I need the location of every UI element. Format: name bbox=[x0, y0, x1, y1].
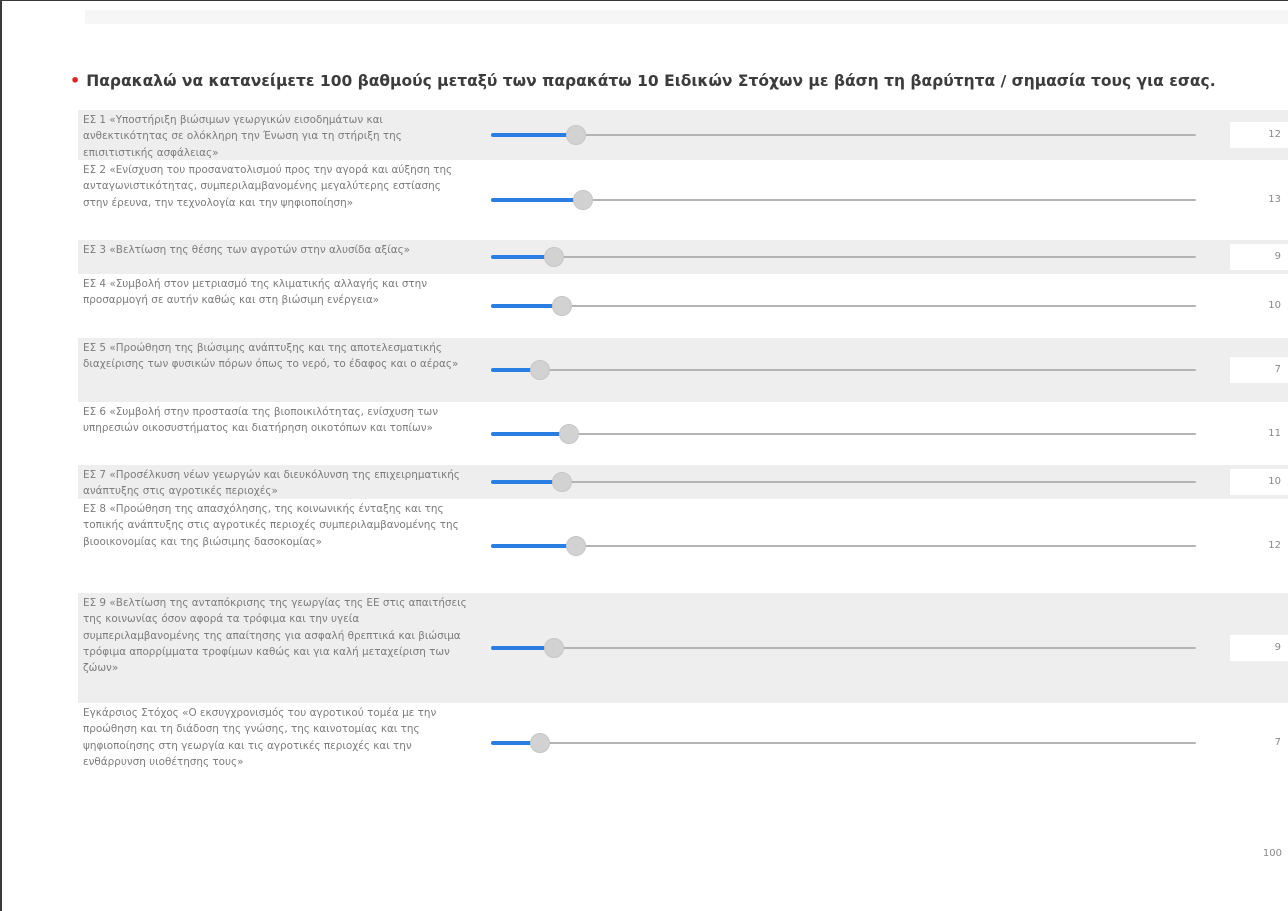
slider-value-field[interactable]: 10 bbox=[1230, 469, 1288, 495]
slider-fill bbox=[491, 431, 569, 436]
slider-track[interactable] bbox=[491, 199, 1196, 201]
slider-label: ΕΣ 4 «Συμβολή στον μετριασμό της κλιματι… bbox=[83, 278, 428, 307]
slider-row: ΕΣ 2 «Ενίσχυση του προσανατολισμού προς … bbox=[78, 160, 1288, 240]
slider-row: Εγκάρσιος Στόχος «Ο εκσυγχρονισμός του α… bbox=[78, 703, 1288, 783]
slider-handle[interactable] bbox=[551, 472, 572, 492]
slider-track[interactable] bbox=[491, 256, 1196, 258]
slider-track[interactable] bbox=[491, 432, 1196, 435]
points-slider[interactable] bbox=[491, 247, 1196, 267]
slider-value-field[interactable]: 12 bbox=[1230, 122, 1288, 148]
slider-value-field[interactable]: 7 bbox=[1230, 357, 1288, 383]
question-text: Παρακαλώ να κατανείμετε 100 βαθμούς μετα… bbox=[86, 72, 1216, 90]
slider-label: Εγκάρσιος Στόχος «Ο εκσυγχρονισμός του α… bbox=[83, 707, 437, 768]
slider-label: ΕΣ 2 «Ενίσχυση του προσανατολισμού προς … bbox=[83, 164, 453, 209]
points-slider[interactable] bbox=[491, 536, 1196, 556]
slider-label: ΕΣ 8 «Προώθηση της απασχόλησης, της κοιν… bbox=[83, 503, 459, 548]
slider-row: ΕΣ 5 «Προώθηση της βιώσιμης ανάπτυξης κα… bbox=[78, 338, 1288, 402]
slider-label: ΕΣ 9 «Βελτίωση της ανταπόκρισης της γεωρ… bbox=[83, 597, 467, 675]
points-slider[interactable] bbox=[491, 125, 1196, 145]
slider-fill bbox=[491, 198, 583, 202]
slider-value-field[interactable]: 11 bbox=[1230, 420, 1288, 447]
required-marker: • bbox=[70, 71, 81, 90]
points-slider[interactable] bbox=[491, 423, 1196, 444]
slider-fill bbox=[491, 544, 576, 548]
slider-track[interactable] bbox=[491, 369, 1196, 371]
slider-track[interactable] bbox=[491, 305, 1196, 307]
slider-list: ΕΣ 1 «Υποστήριξη βιώσιμων γεωργικών εισο… bbox=[78, 110, 1288, 783]
slider-fill bbox=[491, 480, 562, 484]
slider-fill bbox=[491, 133, 576, 137]
points-slider[interactable] bbox=[491, 296, 1196, 316]
slider-value-field[interactable]: 12 bbox=[1230, 533, 1288, 559]
slider-value-field[interactable]: 13 bbox=[1230, 187, 1288, 213]
slider-label: ΕΣ 7 «Προσέλκυση νέων γεωργών και διευκό… bbox=[83, 469, 460, 498]
top-strip bbox=[85, 10, 1288, 24]
slider-row: ΕΣ 4 «Συμβολή στον μετριασμό της κλιματι… bbox=[78, 274, 1288, 338]
slider-handle[interactable] bbox=[530, 360, 551, 380]
points-slider[interactable] bbox=[491, 733, 1196, 753]
points-slider[interactable] bbox=[491, 360, 1196, 380]
total-value: 100 bbox=[1262, 848, 1282, 859]
slider-row: ΕΣ 8 «Προώθηση της απασχόλησης, της κοιν… bbox=[78, 499, 1288, 593]
slider-handle[interactable] bbox=[565, 536, 586, 556]
slider-label: ΕΣ 6 «Συμβολή στην προστασία της βιοποικ… bbox=[83, 406, 439, 435]
slider-label: ΕΣ 5 «Προώθηση της βιώσιμης ανάπτυξης κα… bbox=[83, 342, 459, 371]
slider-handle[interactable] bbox=[572, 190, 593, 210]
slider-fill bbox=[491, 304, 562, 308]
points-slider[interactable] bbox=[491, 190, 1196, 210]
slider-value-field[interactable]: 7 bbox=[1230, 730, 1288, 756]
slider-handle[interactable] bbox=[558, 423, 579, 444]
slider-track[interactable] bbox=[491, 545, 1196, 547]
slider-value-field[interactable]: 9 bbox=[1230, 635, 1288, 661]
slider-label: ΕΣ 3 «Βελτίωση της θέσης των αγροτών στη… bbox=[83, 244, 411, 256]
slider-track[interactable] bbox=[491, 647, 1196, 649]
question-title: • Παρακαλώ να κατανείμετε 100 βαθμούς μετ… bbox=[70, 71, 1280, 90]
slider-handle[interactable] bbox=[551, 296, 572, 316]
slider-label: ΕΣ 1 «Υποστήριξη βιώσιμων γεωργικών εισο… bbox=[83, 114, 402, 159]
slider-track[interactable] bbox=[491, 134, 1196, 136]
slider-row: ΕΣ 3 «Βελτίωση της θέσης των αγροτών στη… bbox=[78, 240, 1288, 274]
slider-row: ΕΣ 9 «Βελτίωση της ανταπόκρισης της γεωρ… bbox=[78, 593, 1288, 703]
slider-track[interactable] bbox=[491, 742, 1196, 744]
slider-row: ΕΣ 1 «Υποστήριξη βιώσιμων γεωργικών εισο… bbox=[78, 110, 1288, 160]
slider-handle[interactable] bbox=[530, 733, 551, 753]
slider-handle[interactable] bbox=[565, 125, 586, 145]
slider-value-field[interactable]: 9 bbox=[1230, 244, 1288, 270]
slider-value-field[interactable]: 10 bbox=[1230, 293, 1288, 319]
points-slider[interactable] bbox=[491, 472, 1196, 492]
slider-handle[interactable] bbox=[544, 638, 565, 658]
slider-row: ΕΣ 7 «Προσέλκυση νέων γεωργών και διευκό… bbox=[78, 465, 1288, 499]
slider-handle[interactable] bbox=[544, 247, 565, 267]
slider-track[interactable] bbox=[491, 481, 1196, 483]
points-slider[interactable] bbox=[491, 638, 1196, 658]
slider-row: ΕΣ 6 «Συμβολή στην προστασία της βιοποικ… bbox=[78, 402, 1288, 465]
